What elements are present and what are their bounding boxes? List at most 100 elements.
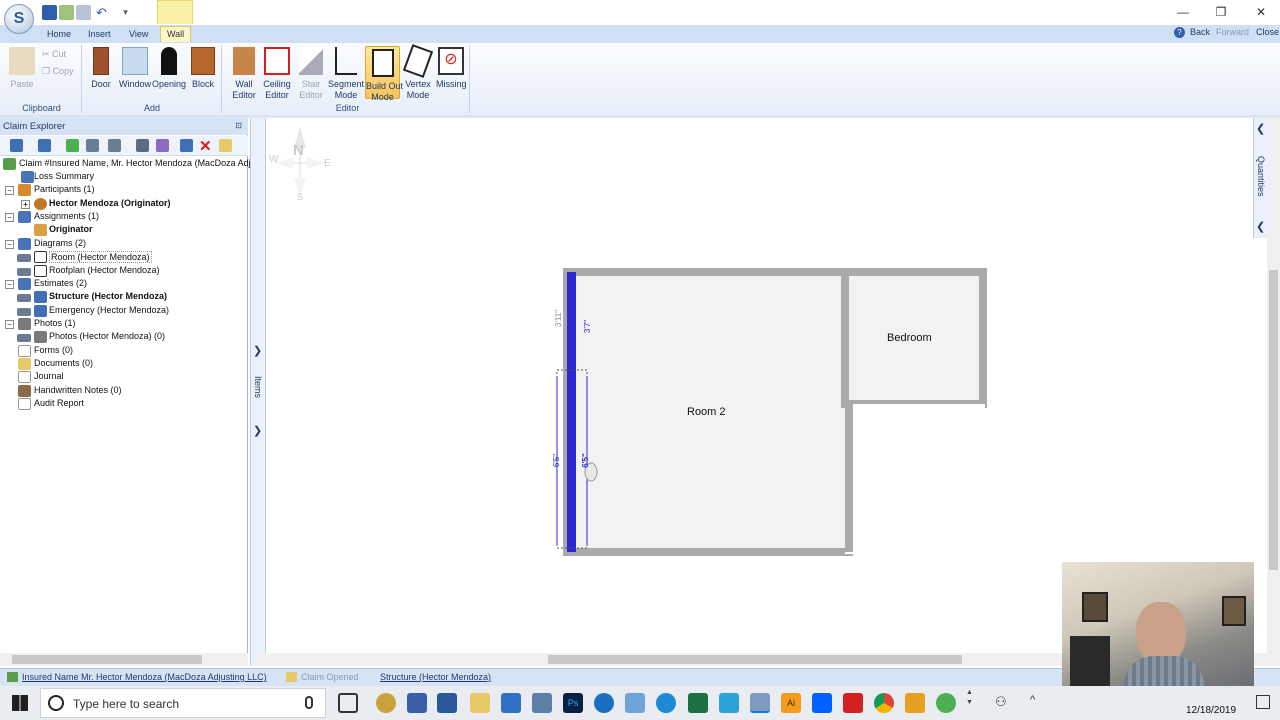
task-view-icon[interactable]	[338, 693, 358, 713]
app-logo-icon[interactable]: S	[4, 4, 34, 34]
canvas-vertical-scrollbar[interactable]	[1267, 118, 1280, 666]
maximize-button[interactable]: ❐	[1201, 0, 1241, 24]
bedroom-label[interactable]: Bedroom	[887, 332, 932, 344]
floorplan-icon	[34, 251, 47, 263]
windows-start-icon[interactable]	[12, 695, 28, 711]
window-icon[interactable]	[180, 139, 193, 152]
export-icon[interactable]	[38, 139, 51, 152]
microphone-icon[interactable]	[305, 696, 313, 709]
quantities-tab[interactable]: Quantities	[1256, 156, 1266, 197]
window-button[interactable]: Window	[118, 47, 152, 90]
undo-icon[interactable]: ↶	[94, 5, 109, 20]
new-icon[interactable]	[59, 5, 74, 20]
claim-icon	[3, 158, 16, 170]
claim-icon	[7, 672, 18, 682]
app-icon[interactable]	[625, 693, 645, 713]
expand-icon[interactable]: +	[21, 200, 30, 209]
print-icon[interactable]	[76, 5, 91, 20]
forward-link[interactable]: Forward	[1216, 27, 1249, 37]
scroll-thumb[interactable]	[1269, 270, 1278, 570]
tab-insert[interactable]: Insert	[82, 27, 117, 43]
close-window-button[interactable]: ✕	[1241, 0, 1280, 24]
missing-button[interactable]: ⊘ Missing	[436, 47, 467, 90]
tab-view[interactable]: View	[123, 27, 154, 43]
dropbox-icon[interactable]	[812, 693, 832, 713]
room-2-label[interactable]: Room 2	[687, 406, 726, 418]
arrow-icon	[17, 294, 31, 302]
store-icon[interactable]	[501, 693, 521, 713]
file-explorer-icon[interactable]	[470, 693, 490, 713]
scroll-thumb[interactable]	[12, 655, 202, 664]
app-icon[interactable]	[719, 693, 739, 713]
photoshop-icon[interactable]: Ps	[563, 693, 583, 713]
explorer-horizontal-scrollbar[interactable]	[0, 653, 248, 666]
word-icon[interactable]	[437, 693, 457, 713]
block-button[interactable]: Block	[188, 47, 218, 90]
customize-dropdown-icon[interactable]: ▾	[118, 5, 133, 20]
items-tab[interactable]: Items	[253, 376, 263, 398]
sync-icon[interactable]	[66, 139, 79, 152]
segment-mode-button[interactable]: Segment Mode	[328, 47, 364, 101]
collapse-chevron-icon[interactable]: ❮	[1256, 122, 1265, 135]
print-icon[interactable]	[108, 139, 121, 152]
roofplan-icon	[34, 265, 47, 277]
expand-chevron-icon[interactable]: ❯	[253, 424, 262, 437]
cut-button[interactable]: ✂ Cut	[42, 49, 74, 60]
arrow-icon	[17, 308, 31, 316]
xactimate-taskbar-icon[interactable]	[750, 693, 770, 713]
collapse-icon[interactable]: −	[5, 186, 14, 195]
ceiling-editor-button[interactable]: Ceiling Editor	[261, 47, 293, 101]
minimize-button[interactable]: —	[1163, 0, 1203, 24]
status-claim-link[interactable]: Insured Name Mr. Hector Mendoza (MacDoza…	[22, 672, 267, 682]
scroll-thumb[interactable]	[548, 655, 962, 664]
tab-home[interactable]: Home	[41, 27, 77, 43]
stair-editor-button[interactable]: Stair Editor	[296, 47, 326, 101]
vertex-mode-button[interactable]: Vertex Mode	[402, 44, 434, 101]
opening-button[interactable]: Opening	[152, 47, 186, 90]
door-button[interactable]: Door	[88, 47, 114, 90]
excel-icon[interactable]	[688, 693, 708, 713]
document-icon[interactable]	[136, 139, 149, 152]
sync-icon[interactable]	[936, 693, 956, 713]
close-link[interactable]: Close	[1256, 27, 1279, 37]
app-icon[interactable]	[532, 693, 552, 713]
taskbar-date[interactable]: 12/18/2019	[1186, 705, 1236, 716]
wall-editor-button[interactable]: Wall Editor	[229, 47, 259, 101]
paste-button[interactable]: Paste	[8, 47, 36, 90]
collapse-icon[interactable]: −	[5, 280, 14, 289]
show-hidden-icons[interactable]: ^	[1030, 694, 1035, 706]
internet-explorer-icon[interactable]	[656, 693, 676, 713]
copy-button[interactable]: ❐ Copy	[42, 66, 78, 77]
back-icon[interactable]: ?	[1174, 27, 1185, 38]
app-icon[interactable]	[407, 693, 427, 713]
outside-area	[845, 404, 985, 554]
pin-icon[interactable]: ⊡	[235, 121, 242, 130]
collapse-chevron-icon[interactable]: ❮	[1256, 220, 1265, 233]
app-icon[interactable]	[905, 693, 925, 713]
edge-icon[interactable]	[594, 693, 614, 713]
folder-icon[interactable]	[219, 139, 232, 152]
collapse-icon[interactable]: −	[5, 213, 14, 222]
build-out-mode-button[interactable]: Build Out Mode	[365, 46, 403, 102]
action-center-icon[interactable]	[1256, 695, 1270, 709]
transfer-icon[interactable]	[86, 139, 99, 152]
dimension-label: 3'7"	[583, 319, 593, 334]
status-structure-link[interactable]: Structure (Hector Mendoza)	[380, 672, 491, 682]
tab-wall[interactable]: Wall	[160, 26, 192, 42]
attach-icon[interactable]	[156, 139, 169, 152]
taskbar-search-input[interactable]: Type here to search	[40, 688, 326, 718]
people-icon[interactable]: ⚇	[995, 694, 1011, 710]
collapse-icon[interactable]: −	[5, 240, 14, 249]
delete-icon[interactable]: ✕	[199, 137, 212, 155]
back-link[interactable]: Back	[1190, 27, 1210, 37]
app-icon[interactable]	[376, 693, 396, 713]
edit-icon[interactable]	[10, 139, 23, 152]
acrobat-icon[interactable]	[843, 693, 863, 713]
chrome-icon[interactable]	[874, 693, 894, 713]
taskbar-scroll-icon[interactable]: ▲ ▼	[966, 688, 974, 718]
save-icon[interactable]	[42, 5, 57, 20]
collapse-icon[interactable]: −	[5, 320, 14, 329]
door-icon	[93, 47, 109, 75]
expand-chevron-icon[interactable]: ❯	[253, 344, 262, 357]
illustrator-icon[interactable]: Ai	[781, 693, 801, 713]
